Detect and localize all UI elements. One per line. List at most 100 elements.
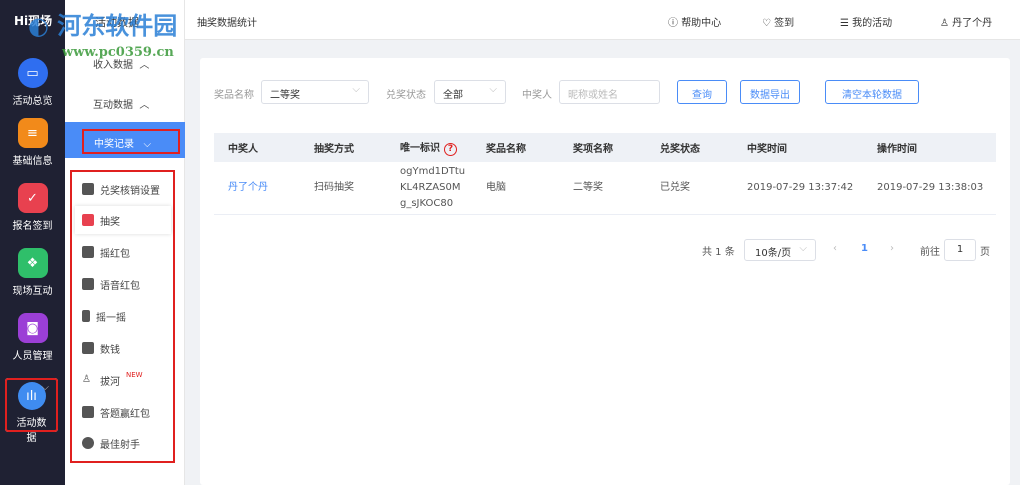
main-sidebar: Hi现场 ▭ 活动总览 ≡ 基础信息 ✓ 报名签到 ❖ 现场互动 ◙ 人员管理 ılı 活动… xyxy=(0,0,65,485)
goto-label: 前往 xyxy=(920,247,940,258)
status-label: 兑奖状态 xyxy=(386,90,426,101)
nav-overview[interactable]: ▭ 活动总览 xyxy=(0,58,65,107)
id-line: ogYmd1DTtu xyxy=(400,165,466,177)
target-icon xyxy=(82,437,94,449)
menu-label: 语音红包 xyxy=(100,280,140,292)
user-name: 丹了个丹 xyxy=(952,18,993,29)
calendar-check-icon: ✓ xyxy=(17,183,48,213)
help-label: 帮助中心 xyxy=(681,18,722,29)
chevron-up-icon: ︿ xyxy=(139,60,150,71)
nav-label: 报名签到 xyxy=(12,221,53,232)
interaction-icon: ❖ xyxy=(17,248,48,278)
menu-lottery[interactable]: 抽奖 xyxy=(75,206,171,234)
query-button[interactable]: 查询 xyxy=(677,80,727,104)
status-select[interactable]: 全部 xyxy=(434,80,506,104)
document-icon: ≡ xyxy=(17,118,48,148)
goto-input[interactable]: 1 xyxy=(944,239,976,261)
menu-shake[interactable]: 摇一摇 xyxy=(75,302,171,330)
winner-input[interactable]: 昵称或姓名 xyxy=(559,80,660,104)
nav-signup[interactable]: ✓ 报名签到 xyxy=(0,183,65,232)
user-icon: ♙ xyxy=(940,18,949,29)
gift-icon xyxy=(82,214,94,226)
person-icon: ♙ xyxy=(82,374,91,385)
menu-label: 抽奖 xyxy=(100,216,120,228)
cell-prize: 电脑 xyxy=(472,162,559,215)
nav-label: 基础信息 xyxy=(12,156,53,167)
id-line: g_sJKOC80 xyxy=(400,197,454,209)
winner-label: 中奖人 xyxy=(522,90,552,101)
help-icon[interactable]: ? xyxy=(444,143,457,156)
menu-count-money[interactable]: 数钱 xyxy=(75,334,171,362)
group-winning-records[interactable]: 中奖记录 ⌵ xyxy=(65,122,185,158)
cell-op-time: 2019-07-29 13:38:03 xyxy=(863,162,996,215)
bar-chart-icon: ılı xyxy=(17,382,46,410)
money-icon xyxy=(82,342,94,354)
my-label: 我的活动 xyxy=(852,18,893,29)
menu-label: 兑奖核销设置 xyxy=(100,185,160,197)
list-icon: ☰ xyxy=(840,18,849,29)
submenu: 兑奖核销设置 抽奖 摇红包 语音红包 摇一摇 数钱 ♙ 拔河 NEW 答题赢红包 最… xyxy=(70,170,175,463)
export-button[interactable]: 数据导出 xyxy=(740,80,800,104)
nav-activity-data[interactable]: ılı 活动数据 xyxy=(5,378,58,444)
menu-best-shooter[interactable]: 最佳射手 xyxy=(75,429,171,457)
top-header: 抽奖数据统计 ⓘ 帮助中心 ♡ 签到 ☰ 我的活动 ♙ 丹了个丹 xyxy=(185,0,1020,40)
content-card: 奖品名称 二等奖 兑奖状态 全部 中奖人 昵称或姓名 查询 数据导出 清空本轮数… xyxy=(200,58,1010,485)
col-header-label: 唯一标识 xyxy=(400,143,440,154)
laptop-icon: ▭ xyxy=(17,58,48,88)
prev-page-button[interactable]: ‹ xyxy=(833,243,837,254)
location-icon: ♡ xyxy=(762,18,771,29)
nav-label: 人员管理 xyxy=(12,351,53,362)
chevron-down-icon: ⌵ xyxy=(143,139,152,150)
user-menu[interactable]: ♙ 丹了个丹 xyxy=(940,14,992,29)
next-page-button[interactable]: › xyxy=(890,243,894,254)
signin-link[interactable]: ♡ 签到 xyxy=(762,14,794,29)
cell-id: ogYmd1DTtu KL4RZAS0M g_sJKOC80 xyxy=(386,162,472,215)
col-header: 奖项名称 xyxy=(559,133,646,162)
nav-basic-info[interactable]: ≡ 基础信息 xyxy=(0,118,65,167)
nav-label: 现场互动 xyxy=(12,286,53,297)
table-row: 丹了个丹 扫码抽奖 ogYmd1DTtu KL4RZAS0M g_sJKOC80 电… xyxy=(214,162,996,215)
chevron-up-icon: ︿ xyxy=(139,100,150,111)
total-count: 共 1 条 xyxy=(702,247,735,258)
clear-button[interactable]: 清空本轮数据 xyxy=(825,80,919,104)
col-header: 兑奖状态 xyxy=(646,133,733,162)
page-title: 抽奖数据统计 xyxy=(197,18,257,29)
menu-redeem-settings[interactable]: 兑奖核销设置 xyxy=(75,175,171,203)
menu-label: 拔河 xyxy=(100,376,120,388)
page-1[interactable]: 1 xyxy=(861,243,868,254)
voice-redpacket-icon xyxy=(82,278,94,290)
page-size-select[interactable]: 10条/页 xyxy=(744,239,816,261)
menu-quiz-redpacket[interactable]: 答题赢红包 xyxy=(75,398,171,426)
menu-voice-redpacket[interactable]: 语音红包 xyxy=(75,270,171,298)
secondary-sidebar: 活动数据 收入数据 ︿ 互动数据 ︿ 中奖记录 ⌵ 兑奖核销设置 抽奖 摇红包 … xyxy=(65,0,185,485)
nav-people[interactable]: ◙ 人员管理 xyxy=(0,313,65,362)
watermark-url: www.pc0359.cn xyxy=(62,45,174,60)
menu-label: 摇一摇 xyxy=(96,312,126,324)
menu-shake-redpacket[interactable]: 摇红包 xyxy=(75,238,171,266)
quiz-icon xyxy=(82,406,94,418)
col-header: 中奖时间 xyxy=(733,133,863,162)
prize-select[interactable]: 二等奖 xyxy=(261,80,369,104)
help-center-link[interactable]: ⓘ 帮助中心 xyxy=(668,14,721,29)
person-card-icon: ◙ xyxy=(17,313,48,343)
menu-label: 答题赢红包 xyxy=(100,408,150,420)
nav-interaction[interactable]: ❖ 现场互动 xyxy=(0,248,65,297)
group-label: 收入数据 xyxy=(93,60,133,71)
nav-label: 活动数据 xyxy=(16,418,47,444)
col-header: 中奖人 xyxy=(214,133,300,162)
menu-label: 数钱 xyxy=(100,344,120,356)
group-label: 互动数据 xyxy=(93,100,133,111)
redpacket-icon xyxy=(82,246,94,258)
my-activities-link[interactable]: ☰ 我的活动 xyxy=(840,14,892,29)
col-header: 操作时间 xyxy=(863,133,996,162)
group-interaction[interactable]: 互动数据 ︿ xyxy=(93,96,149,111)
info-icon: ⓘ xyxy=(668,18,678,29)
menu-tug-of-war[interactable]: ♙ 拔河 NEW xyxy=(75,366,171,394)
winner-link[interactable]: 丹了个丹 xyxy=(214,162,300,215)
menu-label: 摇红包 xyxy=(100,248,130,260)
col-header: 抽奖方式 xyxy=(300,133,386,162)
cell-win-time: 2019-07-29 13:37:42 xyxy=(733,162,863,215)
cell-status: 已兑奖 xyxy=(646,162,733,215)
id-line: KL4RZAS0M xyxy=(400,181,461,193)
nav-label: 活动总览 xyxy=(12,96,53,107)
